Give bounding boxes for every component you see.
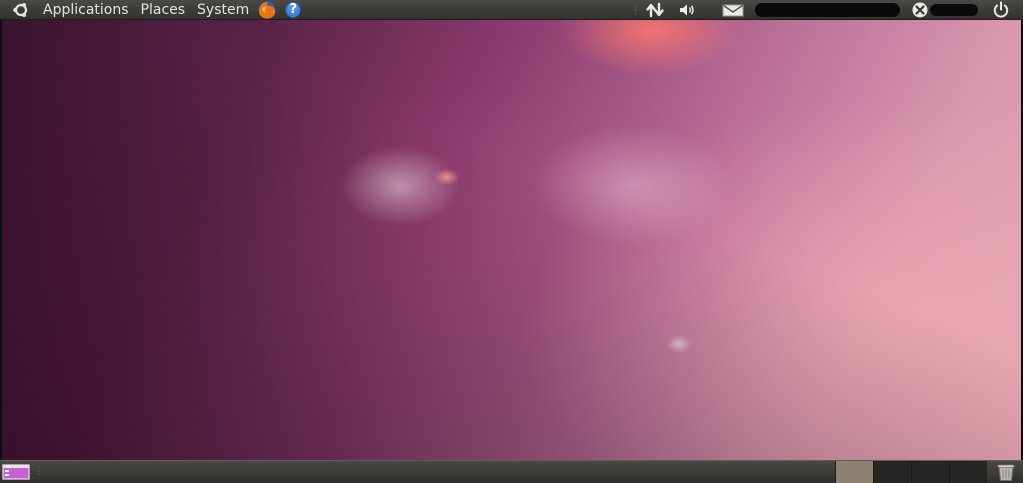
workspace-2[interactable] — [873, 461, 911, 483]
help-icon[interactable]: ? — [282, 0, 304, 20]
power-icon[interactable] — [990, 0, 1012, 20]
panel-grip[interactable]: ⋮ — [631, 0, 641, 20]
network-icon[interactable] — [644, 0, 666, 20]
show-desktop-icon[interactable] — [2, 464, 30, 480]
places-menu[interactable]: Places — [141, 0, 186, 20]
bottom-panel: ⋮ — [0, 460, 1023, 483]
workspace-4[interactable] — [949, 461, 987, 483]
ubuntu-desktop-screen: Applications Places System ? ⋮ Sat Mar 9… — [0, 0, 1023, 483]
clock-text: Sat Mar 9, 15:11 — [755, 3, 864, 17]
workspace-1[interactable] — [835, 461, 873, 483]
applications-menu[interactable]: Applications — [43, 0, 129, 20]
ubuntu-logo-icon[interactable] — [10, 0, 32, 20]
top-panel: Applications Places System ? ⋮ Sat Mar 9… — [0, 0, 1023, 20]
close-session-icon[interactable] — [909, 0, 931, 20]
volume-icon[interactable] — [677, 0, 697, 20]
help-glyph: ? — [289, 2, 298, 17]
firefox-icon[interactable] — [256, 0, 278, 20]
clock-indicator[interactable]: Sat Mar 9, 15:11 — [755, 3, 900, 17]
workspace-3[interactable] — [911, 461, 949, 483]
mail-icon[interactable] — [720, 0, 746, 20]
panel-grip[interactable]: ⋮ — [34, 464, 44, 480]
system-menu[interactable]: System — [197, 0, 249, 20]
user-name-indicator[interactable] — [930, 4, 978, 16]
trash-icon[interactable] — [993, 462, 1019, 482]
desktop-wallpaper[interactable] — [0, 20, 1023, 460]
